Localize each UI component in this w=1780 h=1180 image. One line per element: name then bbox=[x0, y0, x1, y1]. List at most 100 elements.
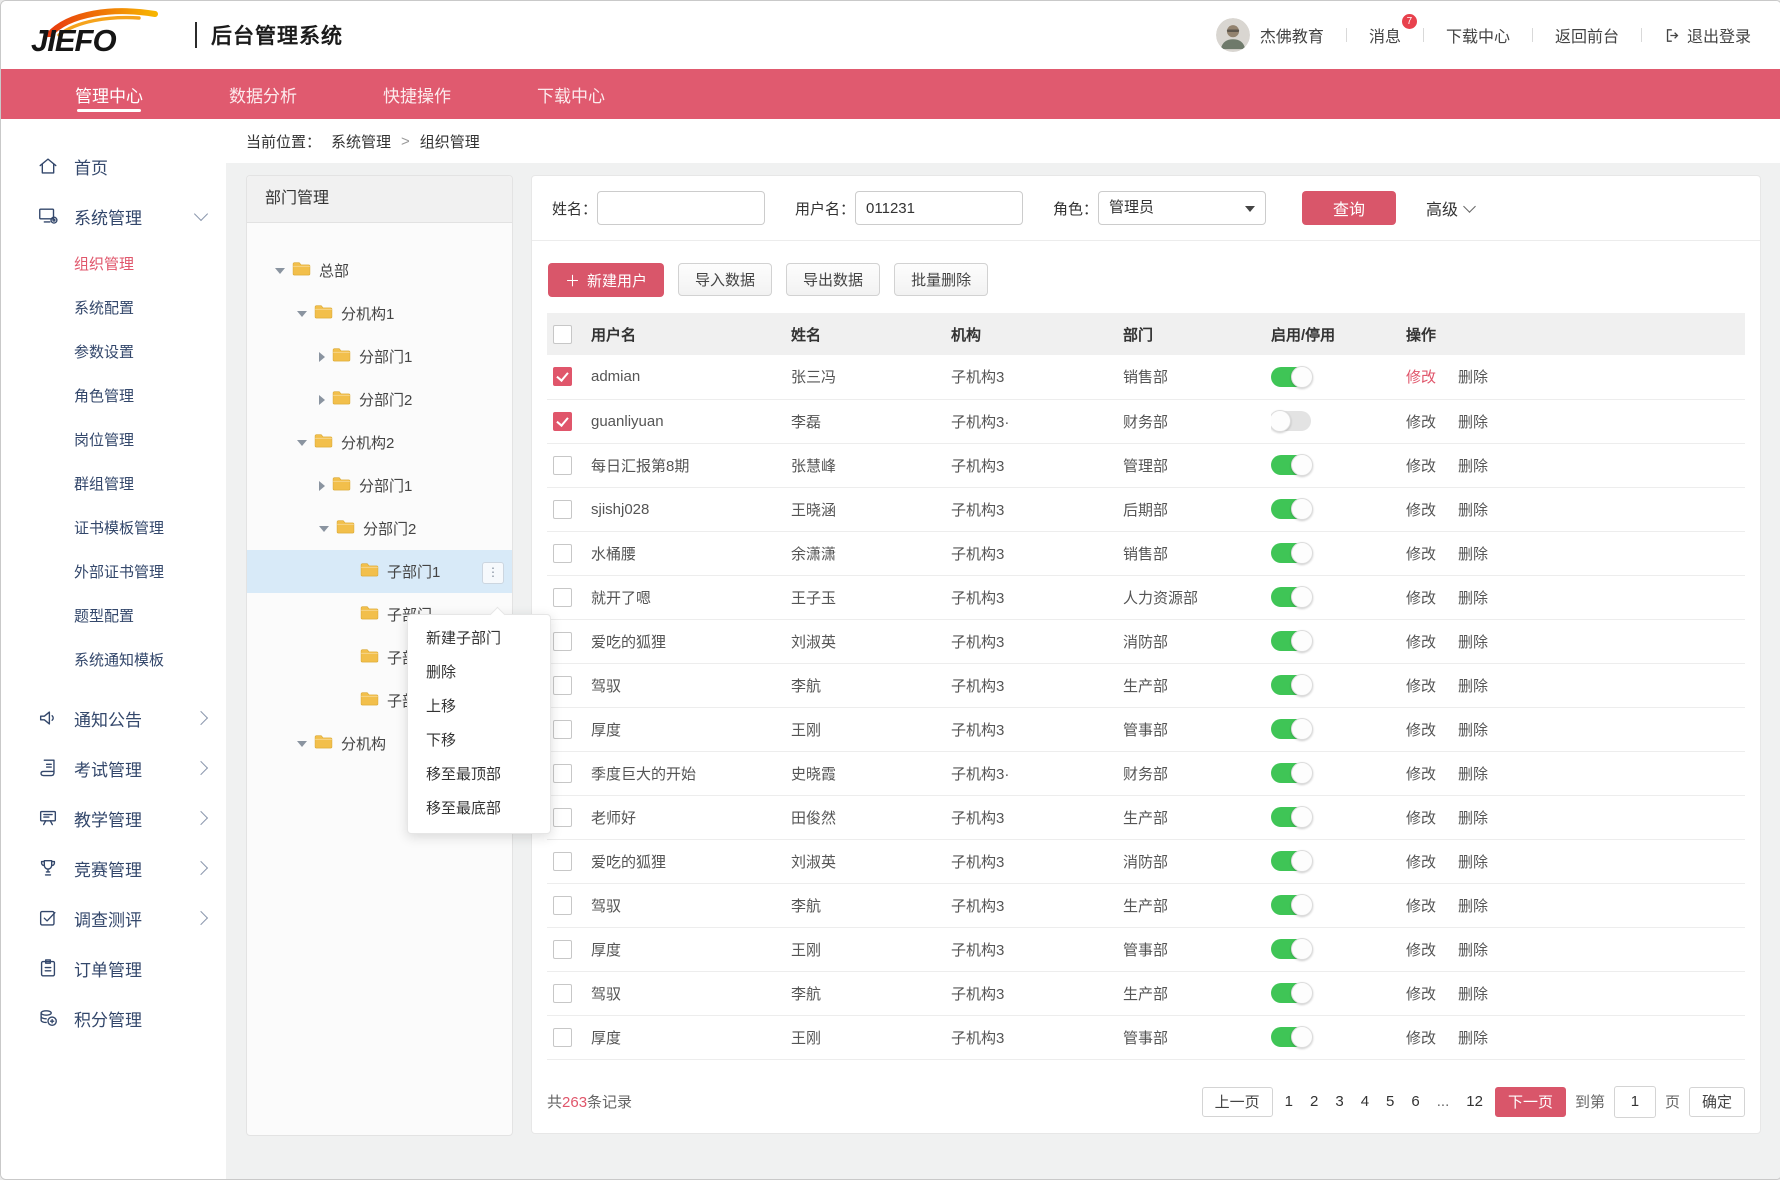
logout-link[interactable]: 退出登录 bbox=[1664, 23, 1751, 47]
enable-toggle[interactable] bbox=[1271, 719, 1311, 739]
expand-arrow-icon[interactable] bbox=[319, 526, 329, 532]
enable-toggle[interactable] bbox=[1271, 367, 1311, 387]
row-checkbox[interactable] bbox=[553, 808, 572, 827]
role-select[interactable]: 管理员 bbox=[1098, 191, 1266, 225]
expand-arrow-icon[interactable] bbox=[297, 741, 307, 747]
delete-link[interactable]: 删除 bbox=[1458, 986, 1488, 1003]
delete-link[interactable]: 删除 bbox=[1458, 854, 1488, 871]
sidebar-item-通知公告[interactable]: 通知公告 bbox=[1, 693, 226, 743]
row-checkbox[interactable] bbox=[553, 412, 572, 431]
sidebar-subitem-题型配置[interactable]: 题型配置 bbox=[1, 595, 226, 639]
tree-node-分机构2[interactable]: 分机构2 bbox=[247, 421, 512, 464]
enable-toggle[interactable] bbox=[1271, 499, 1311, 519]
row-checkbox[interactable] bbox=[553, 544, 572, 563]
enable-toggle[interactable] bbox=[1271, 411, 1311, 431]
breadcrumb-item-system[interactable]: 系统管理 bbox=[331, 131, 391, 152]
collapse-arrow-icon[interactable] bbox=[319, 395, 325, 405]
enable-toggle[interactable] bbox=[1271, 587, 1311, 607]
edit-link[interactable]: 修改 bbox=[1406, 986, 1436, 1003]
enable-toggle[interactable] bbox=[1271, 455, 1311, 475]
expand-arrow-icon[interactable] bbox=[297, 311, 307, 317]
tree-node-子部门1[interactable]: 子部门1⋮ bbox=[247, 550, 512, 593]
delete-link[interactable]: 删除 bbox=[1458, 369, 1488, 386]
edit-link[interactable]: 修改 bbox=[1406, 546, 1436, 563]
context-menu-item-移至最底部[interactable]: 移至最底部 bbox=[408, 792, 550, 826]
tree-node-分机构1[interactable]: 分机构1 bbox=[247, 292, 512, 335]
page-number-1[interactable]: 1 bbox=[1282, 1093, 1296, 1110]
user-name[interactable]: 杰佛教育 bbox=[1260, 23, 1324, 47]
collapse-arrow-icon[interactable] bbox=[319, 352, 325, 362]
delete-link[interactable]: 删除 bbox=[1458, 722, 1488, 739]
back-to-front-link[interactable]: 返回前台 bbox=[1555, 23, 1619, 47]
enable-toggle[interactable] bbox=[1271, 675, 1311, 695]
edit-link[interactable]: 修改 bbox=[1406, 766, 1436, 783]
sidebar-item-系统管理[interactable]: 系统管理 bbox=[1, 191, 226, 241]
delete-link[interactable]: 删除 bbox=[1458, 414, 1488, 431]
tree-node-分部门2[interactable]: 分部门2 bbox=[247, 378, 512, 421]
enable-toggle[interactable] bbox=[1271, 543, 1311, 563]
enable-toggle[interactable] bbox=[1271, 983, 1311, 1003]
username-filter-input[interactable] bbox=[855, 191, 1023, 225]
advanced-toggle[interactable]: 高级 bbox=[1426, 196, 1474, 220]
page-number-4[interactable]: 4 bbox=[1358, 1093, 1372, 1110]
messages-link[interactable]: 消息 7 bbox=[1369, 23, 1401, 47]
import-data-button[interactable]: 导入数据 bbox=[678, 263, 772, 296]
node-more-button[interactable]: ⋮ bbox=[482, 562, 504, 584]
context-menu-item-上移[interactable]: 上移 bbox=[408, 690, 550, 724]
sidebar-subitem-参数设置[interactable]: 参数设置 bbox=[1, 331, 226, 375]
delete-link[interactable]: 删除 bbox=[1458, 634, 1488, 651]
next-page-button[interactable]: 下一页 bbox=[1495, 1087, 1566, 1117]
sidebar-subitem-证书模板管理[interactable]: 证书模板管理 bbox=[1, 507, 226, 551]
delete-link[interactable]: 删除 bbox=[1458, 590, 1488, 607]
delete-link[interactable]: 删除 bbox=[1458, 810, 1488, 827]
nav-item-管理中心[interactable]: 管理中心 bbox=[75, 69, 143, 119]
sidebar-item-教学管理[interactable]: 教学管理 bbox=[1, 793, 226, 843]
row-checkbox[interactable] bbox=[553, 940, 572, 959]
sidebar-item-考试管理[interactable]: 考试管理 bbox=[1, 743, 226, 793]
row-checkbox[interactable] bbox=[553, 764, 572, 783]
enable-toggle[interactable] bbox=[1271, 763, 1311, 783]
edit-link[interactable]: 修改 bbox=[1406, 810, 1436, 827]
new-user-button[interactable]: ＋ 新建用户 bbox=[548, 263, 664, 297]
row-checkbox[interactable] bbox=[553, 456, 572, 475]
search-button[interactable]: 查询 bbox=[1302, 191, 1396, 225]
edit-link[interactable]: 修改 bbox=[1406, 1030, 1436, 1047]
sidebar-subitem-外部证书管理[interactable]: 外部证书管理 bbox=[1, 551, 226, 595]
sidebar-item-首页[interactable]: 首页 bbox=[1, 141, 226, 191]
edit-link[interactable]: 修改 bbox=[1406, 458, 1436, 475]
edit-link[interactable]: 修改 bbox=[1406, 722, 1436, 739]
page-number-6[interactable]: 6 bbox=[1408, 1093, 1422, 1110]
delete-link[interactable]: 删除 bbox=[1458, 1030, 1488, 1047]
sidebar-subitem-组织管理[interactable]: 组织管理 bbox=[1, 243, 226, 287]
sidebar-item-竞赛管理[interactable]: 竞赛管理 bbox=[1, 843, 226, 893]
confirm-page-button[interactable]: 确定 bbox=[1689, 1087, 1745, 1117]
tree-node-分部门1[interactable]: 分部门1 bbox=[247, 464, 512, 507]
enable-toggle[interactable] bbox=[1271, 807, 1311, 827]
sidebar-item-积分管理[interactable]: 积分管理 bbox=[1, 993, 226, 1043]
delete-link[interactable]: 删除 bbox=[1458, 458, 1488, 475]
expand-arrow-icon[interactable] bbox=[297, 440, 307, 446]
row-checkbox[interactable] bbox=[553, 984, 572, 1003]
row-checkbox[interactable] bbox=[553, 632, 572, 651]
edit-link[interactable]: 修改 bbox=[1406, 898, 1436, 915]
sidebar-subitem-系统配置[interactable]: 系统配置 bbox=[1, 287, 226, 331]
expand-arrow-icon[interactable] bbox=[275, 268, 285, 274]
name-filter-input[interactable] bbox=[597, 191, 765, 225]
nav-item-数据分析[interactable]: 数据分析 bbox=[229, 69, 297, 119]
delete-link[interactable]: 删除 bbox=[1458, 678, 1488, 695]
edit-link[interactable]: 修改 bbox=[1406, 590, 1436, 607]
sidebar-subitem-岗位管理[interactable]: 岗位管理 bbox=[1, 419, 226, 463]
nav-item-快捷操作[interactable]: 快捷操作 bbox=[383, 69, 451, 119]
edit-link[interactable]: 修改 bbox=[1406, 414, 1436, 431]
context-menu-item-下移[interactable]: 下移 bbox=[408, 724, 550, 758]
export-data-button[interactable]: 导出数据 bbox=[786, 263, 880, 296]
edit-link[interactable]: 修改 bbox=[1406, 942, 1436, 959]
sidebar-item-订单管理[interactable]: 订单管理 bbox=[1, 943, 226, 993]
context-menu-item-新建子部门[interactable]: 新建子部门 bbox=[408, 622, 550, 656]
row-checkbox[interactable] bbox=[553, 588, 572, 607]
enable-toggle[interactable] bbox=[1271, 851, 1311, 871]
sidebar-subitem-系统通知模板[interactable]: 系统通知模板 bbox=[1, 639, 226, 683]
enable-toggle[interactable] bbox=[1271, 939, 1311, 959]
sidebar-subitem-群组管理[interactable]: 群组管理 bbox=[1, 463, 226, 507]
row-checkbox[interactable] bbox=[553, 500, 572, 519]
